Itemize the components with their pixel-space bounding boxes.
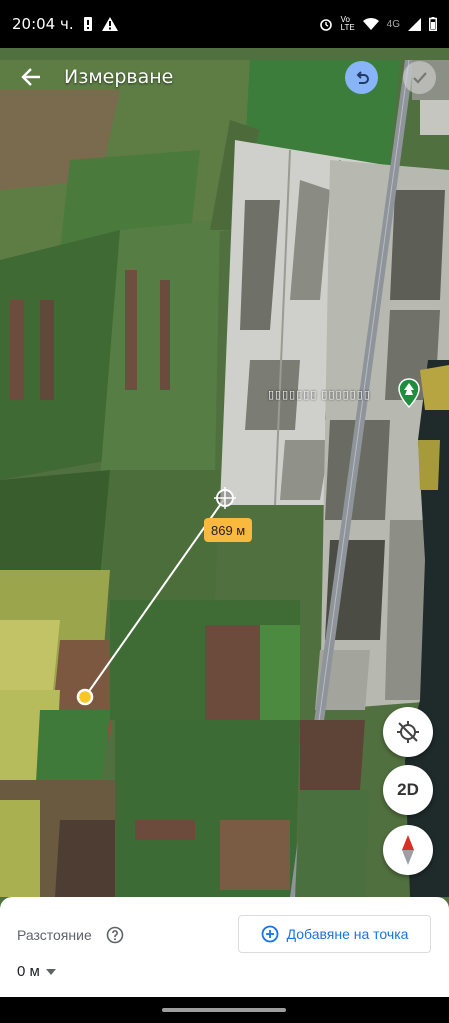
done-button[interactable] [403,61,436,94]
status-time: 20:04 ч. [12,15,74,33]
page-title: Измерване [64,66,174,88]
app-bar: Измерване [0,48,449,106]
undo-icon [356,70,369,84]
home-gesture-handle[interactable] [162,1008,286,1012]
signal-icon [408,17,421,31]
compass-button[interactable] [383,825,433,875]
add-circle-icon [261,925,278,943]
battery-icon [429,17,437,31]
satellite-map[interactable]: ▯▯▯▯▯▯▯ ▯▯▯▯▯▯▯ 869 м [0,0,449,1023]
warning-icon [101,17,118,31]
place-pin-icon[interactable] [398,378,420,408]
map-imagery [0,0,449,1023]
distance-value: 0 м [17,963,40,980]
my-location-button[interactable] [383,707,433,757]
dropdown-arrow-icon [45,968,56,975]
help-icon[interactable] [106,926,124,944]
system-nav-bar [0,997,449,1023]
back-button[interactable] [16,62,46,92]
volte-indicator: Vo LTE [340,15,355,32]
crosshair-icon [214,487,236,509]
status-bar: 20:04 ч. Vo LTE 4G [0,0,449,48]
arrow-back-icon [21,68,40,86]
wifi-icon [362,17,379,30]
distance-badge: 869 м [204,518,253,542]
network-type: 4G [386,18,400,30]
undo-button[interactable] [345,61,378,94]
distance-title: Разстояние [17,927,92,943]
compass-icon [402,835,414,865]
add-point-label: Добавяне на точка [286,926,409,942]
location-disabled-icon [397,721,419,743]
add-point-button[interactable]: Добавяне на точка [238,915,431,953]
view-mode-button[interactable]: 2D [383,765,433,815]
check-icon [412,71,427,84]
distance-unit-selector[interactable]: 0 м [17,963,56,980]
place-label[interactable]: ▯▯▯▯▯▯▯ ▯▯▯▯▯▯▯ [268,388,371,401]
start-point-marker[interactable] [76,688,94,706]
measurement-panel: Разстояние 0 м Добавяне на точка [0,897,449,997]
alarm-icon [319,19,332,31]
sim-alert-icon [83,17,92,31]
